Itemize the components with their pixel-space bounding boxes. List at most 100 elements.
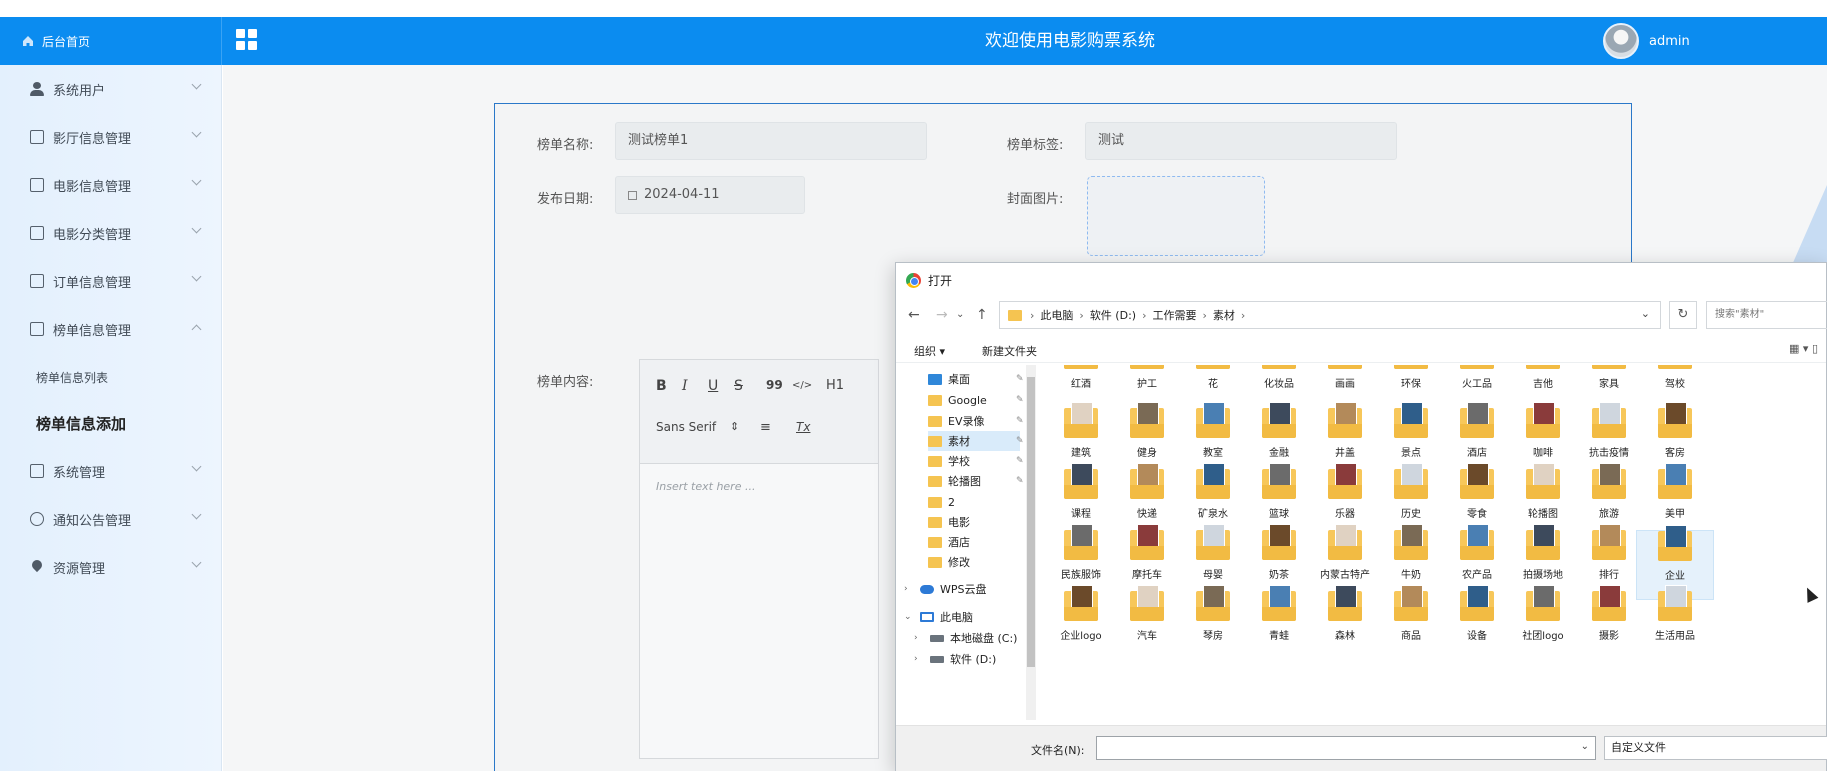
underline-button[interactable]: U	[708, 378, 718, 394]
search-input[interactable]: 搜索"素材"	[1706, 301, 1827, 329]
breadcrumb-work[interactable]: 工作需要	[1152, 307, 1196, 323]
nav-modify[interactable]: 修改	[928, 552, 970, 572]
date-label: 发布日期:	[537, 192, 594, 207]
folder-icon	[928, 415, 942, 427]
back-arrow-icon[interactable]: ←	[908, 307, 920, 323]
sidebar-item-rankings[interactable]: 榜单信息管理	[0, 305, 222, 353]
folder-icon	[1592, 402, 1626, 438]
folder-icon	[1526, 524, 1560, 560]
cover-label: 封面图片:	[1007, 192, 1064, 207]
nav-drive-d[interactable]: › 软件 (D:)	[914, 649, 996, 669]
nav-wps-cloud[interactable]: › WPS云盘	[904, 579, 987, 599]
nav-movies[interactable]: 电影	[928, 512, 970, 532]
pin-icon: ✎	[1016, 476, 1024, 486]
nav-ev-recording[interactable]: EV录像 ✎	[928, 411, 1024, 431]
sidebar-item-label: 系统用户	[53, 83, 106, 99]
folder-name: 企业	[1665, 571, 1685, 582]
nav-materials[interactable]: 素材 ✎	[928, 431, 1024, 451]
nav-desktop[interactable]: 桌面 ✎	[928, 369, 1024, 389]
address-bar[interactable]: › 此电脑 › 软件 (D:) › 工作需要 › 素材 › ⌄	[999, 301, 1661, 329]
folder-icon	[1394, 463, 1428, 499]
sidebar-item-orders[interactable]: 订单信息管理	[0, 257, 222, 305]
sidebar-item-movie-category[interactable]: 电影分类管理	[0, 209, 222, 257]
breadcrumb-materials[interactable]: 素材	[1213, 307, 1235, 323]
folder-icon	[1008, 309, 1022, 321]
sidebar-item-resources[interactable]: 资源管理	[0, 543, 222, 591]
breadcrumb-drive-d[interactable]: 软件 (D:)	[1090, 307, 1136, 323]
italic-button[interactable]: I	[682, 378, 688, 394]
nav-google[interactable]: Google ✎	[928, 390, 1024, 410]
heading-button[interactable]: H1	[826, 378, 844, 393]
chrome-icon	[906, 272, 921, 288]
sidebar-item-label: 资源管理	[53, 561, 106, 577]
sidebar-item-hall-info[interactable]: 影厅信息管理	[0, 113, 222, 161]
nav-folder-2[interactable]: 2	[928, 492, 955, 512]
folder-icon	[1328, 585, 1362, 621]
folder-icon	[1394, 365, 1428, 369]
editor-placeholder[interactable]: Insert text here ...	[640, 464, 878, 509]
nav-hotel[interactable]: 酒店	[928, 532, 970, 552]
folder-icon	[1262, 365, 1296, 369]
nav-drive-c[interactable]: › 本地磁盘 (C:)	[914, 628, 1017, 648]
view-options-icon[interactable]: ▦ ▾ ▯	[1789, 342, 1818, 355]
sidebar: 系统用户 影厅信息管理 电影信息管理 电影分类管理 订单信息管理 榜单信息管理 …	[0, 65, 222, 771]
folder-item[interactable]: 生活用品	[1636, 585, 1714, 661]
nav-label: 轮播图	[948, 475, 981, 488]
nav-this-pc[interactable]: ⌄ 此电脑	[904, 607, 973, 627]
sidebar-item-system-admin[interactable]: 系统管理	[0, 447, 222, 495]
folder-icon	[1196, 402, 1230, 438]
menu-grid-icon[interactable]	[236, 29, 258, 51]
sidebar-item-movie-info[interactable]: 电影信息管理	[0, 161, 222, 209]
sidebar-subitem-ranking-list[interactable]: 榜单信息列表	[0, 355, 222, 399]
sidebar-subitem-label: 榜单信息列表	[36, 370, 109, 385]
filename-input[interactable]: ⌄	[1096, 736, 1596, 760]
bold-button[interactable]: B	[656, 378, 667, 394]
sidebar-item-label: 电影信息管理	[53, 179, 132, 195]
folder-icon	[1328, 402, 1362, 438]
calendar-icon	[628, 190, 637, 200]
folder-icon	[1196, 524, 1230, 560]
name-input[interactable]: 测试榜单1	[615, 122, 927, 160]
folder-icon	[1394, 524, 1428, 560]
nav-label: 2	[948, 495, 955, 509]
user-menu[interactable]: admin	[1603, 23, 1690, 59]
chevron-down-icon	[191, 223, 202, 234]
folder-icon	[1658, 585, 1692, 621]
nav-school[interactable]: 学校 ✎	[928, 451, 1024, 471]
breadcrumb-this-pc[interactable]: 此电脑	[1040, 307, 1073, 323]
sidebar-item-label: 订单信息管理	[53, 275, 132, 291]
filetype-select[interactable]: 自定义文件	[1604, 736, 1827, 760]
folder-icon	[1460, 524, 1494, 560]
blockquote-button[interactable]: 99	[766, 378, 783, 392]
sidebar-item-notices[interactable]: 通知公告管理	[0, 495, 222, 543]
cover-upload[interactable]	[1087, 176, 1265, 256]
strike-button[interactable]: S	[734, 378, 743, 394]
new-folder-button[interactable]: 新建文件夹	[982, 343, 1037, 359]
sidebar-item-system-users[interactable]: 系统用户	[0, 65, 222, 113]
folder-icon	[1130, 463, 1164, 499]
code-button[interactable]: </>	[792, 380, 812, 391]
sidebar-item-label: 影厅信息管理	[53, 131, 132, 147]
up-arrow-icon[interactable]: ↑	[976, 307, 988, 323]
font-select[interactable]: Sans Serif	[656, 420, 716, 434]
chevron-down-icon	[191, 271, 202, 282]
forward-arrow-icon[interactable]: →	[936, 307, 948, 323]
sidebar-subitem-ranking-add[interactable]: 榜单信息添加	[0, 401, 222, 445]
organize-button[interactable]: 组织 ▾	[914, 343, 945, 359]
folder-icon	[928, 556, 942, 568]
chevron-down-icon[interactable]: ⌄	[1581, 741, 1589, 752]
nav-scrollbar[interactable]	[1026, 365, 1036, 720]
user-icon	[30, 82, 44, 96]
clear-format-button[interactable]: Tx	[796, 420, 810, 434]
home-link[interactable]: 后台首页	[0, 17, 222, 65]
folder-icon	[1262, 402, 1296, 438]
refresh-button[interactable]: ↻	[1669, 301, 1697, 329]
chevron-down-icon[interactable]: ⌄	[1641, 307, 1650, 320]
date-picker[interactable]: 2024-04-11	[615, 176, 805, 214]
tag-input[interactable]: 测试	[1085, 122, 1397, 160]
align-icon[interactable]: ≡	[760, 420, 771, 435]
folder-icon	[1460, 365, 1494, 369]
nav-carousel[interactable]: 轮播图 ✎	[928, 471, 1024, 491]
filename-label: 文件名(N):	[1031, 744, 1085, 757]
recent-dropdown-icon[interactable]: ⌄	[956, 309, 964, 320]
